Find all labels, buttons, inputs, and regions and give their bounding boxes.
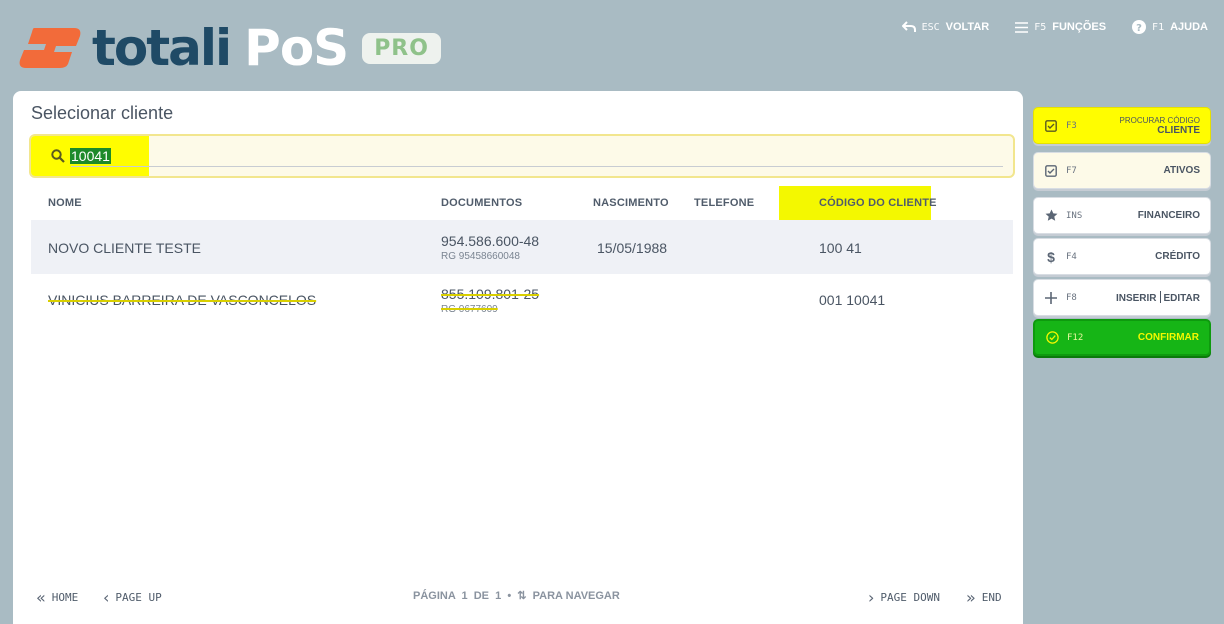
- confirm-key: F12: [1067, 332, 1084, 343]
- chevron-left-icon: ‹: [103, 588, 110, 607]
- home-label: HOME: [51, 591, 79, 604]
- main-panel: Selecionar cliente 10041 NOME DOCUMENTOS…: [13, 91, 1023, 624]
- cell-rg: RG 95458660048: [441, 251, 520, 262]
- table-row[interactable]: NOVO CLIENTE TESTE 954.586.600-48 RG 954…: [31, 220, 1013, 274]
- double-chevron-left-icon: «: [36, 588, 46, 607]
- cell-doc: 855.109.801-25: [441, 286, 540, 302]
- search-selected-text: 10041: [70, 148, 111, 164]
- insert-edit-key: F8: [1066, 292, 1077, 303]
- edit-label: EDITAR: [1163, 293, 1200, 304]
- col-header-codigo[interactable]: CÓDIGO DO CLIENTE: [819, 186, 937, 220]
- page-up-label: PAGE UP: [115, 591, 162, 604]
- end-button[interactable]: » END: [966, 588, 1002, 607]
- functions-key: F5: [1034, 21, 1047, 33]
- plus-icon: [1044, 291, 1058, 304]
- active-label: ATIVOS: [1163, 165, 1200, 176]
- search-client-code-label: PROCURAR CÓDIGO CLIENTE: [1120, 116, 1200, 136]
- col-header-nascimento[interactable]: NASCIMENTO: [593, 186, 669, 220]
- menu-icon: [1015, 21, 1029, 33]
- end-label: END: [981, 591, 1002, 604]
- dollar-icon: $: [1047, 248, 1055, 265]
- checkbox-icon: [1044, 119, 1058, 132]
- search-client-code-label-main: CLIENTE: [1157, 124, 1200, 136]
- back-arrow-icon: [901, 21, 916, 32]
- financial-button[interactable]: INS FINANCEIRO: [1033, 197, 1211, 234]
- cell-nome: NOVO CLIENTE TESTE: [48, 240, 201, 256]
- checkbox-icon: [1044, 164, 1058, 177]
- cell-rg: RG 0677609: [441, 304, 498, 315]
- svg-text:?: ?: [1136, 23, 1142, 34]
- confirm-label: CONFIRMAR: [1137, 332, 1199, 343]
- cell-documentos: 954.586.600-48 RG 95458660048: [441, 233, 539, 262]
- logo-mark-icon: [16, 24, 84, 72]
- confirm-button[interactable]: F12 CONFIRMAR: [1033, 319, 1211, 356]
- col-header-telefone[interactable]: TELEFONE: [694, 186, 754, 220]
- back-button[interactable]: ESC VOLTAR: [901, 21, 990, 33]
- cell-documentos: 855.109.801-25 RG 0677609: [441, 286, 539, 315]
- search-icon: [51, 149, 65, 163]
- active-button[interactable]: F7 ATIVOS: [1033, 152, 1211, 189]
- search-input[interactable]: [71, 145, 1003, 167]
- star-icon: [1044, 209, 1058, 222]
- cell-nome: VINICIUS BARREIRA DE VASCONCELOS: [48, 292, 317, 308]
- top-nav: ESC VOLTAR F5 FUNÇÕES ? F1 AJUDA: [901, 20, 1208, 34]
- insert-label: INSERIR: [1115, 293, 1157, 304]
- insert-edit-button[interactable]: F8 INSERIR EDITAR: [1033, 279, 1211, 316]
- credit-key: F4: [1066, 251, 1077, 262]
- check-circle-icon: [1045, 331, 1059, 344]
- financial-key: INS: [1066, 210, 1083, 221]
- brand-product: PoS: [244, 19, 349, 77]
- functions-button[interactable]: F5 FUNÇÕES: [1015, 21, 1106, 33]
- home-button[interactable]: « HOME: [36, 588, 78, 607]
- cell-codigo: 001 10041: [819, 292, 886, 308]
- page-down-label: PAGE DOWN: [880, 591, 941, 604]
- insert-edit-label: INSERIR EDITAR: [1116, 291, 1200, 304]
- page-down-button[interactable]: › PAGE DOWN: [868, 588, 940, 607]
- search-client-code-label-small: PROCURAR CÓDIGO: [1119, 115, 1200, 125]
- col-header-documentos[interactable]: DOCUMENTOS: [441, 186, 522, 220]
- app-logo: totali PoS PRO: [16, 22, 441, 74]
- credit-button[interactable]: $ F4 CRÉDITO: [1033, 238, 1211, 275]
- search-client-code-button[interactable]: F3 PROCURAR CÓDIGO CLIENTE: [1033, 107, 1211, 144]
- help-icon: ?: [1132, 20, 1147, 34]
- help-label: AJUDA: [1170, 21, 1208, 33]
- search-client-code-key: F3: [1066, 120, 1077, 131]
- functions-label: FUNÇÕES: [1052, 21, 1107, 33]
- double-chevron-right-icon: »: [966, 588, 976, 607]
- back-label: VOLTAR: [945, 21, 990, 33]
- page-title: Selecionar cliente: [31, 103, 174, 123]
- active-key: F7: [1066, 165, 1077, 176]
- credit-label: CRÉDITO: [1155, 251, 1200, 262]
- cell-doc: 954.586.600-48: [441, 233, 540, 249]
- search-box: 10041: [29, 134, 1015, 178]
- cell-codigo: 100 41: [819, 240, 862, 256]
- help-button[interactable]: ? F1 AJUDA: [1132, 20, 1208, 34]
- table-row[interactable]: VINICIUS BARREIRA DE VASCONCELOS 855.109…: [31, 274, 1013, 328]
- chevron-right-icon: ›: [868, 588, 875, 607]
- brand-name: totali: [92, 19, 232, 77]
- col-header-nome[interactable]: NOME: [48, 186, 82, 220]
- page-up-button[interactable]: ‹ PAGE UP: [103, 588, 162, 607]
- cell-nascimento: 15/05/1988: [597, 240, 668, 256]
- page-info: PÁGINA 1 DE 1 • ⇅ PARA NAVEGAR: [413, 590, 620, 602]
- back-key: ESC: [921, 21, 940, 33]
- help-key: F1: [1152, 21, 1165, 33]
- brand-badge: PRO: [362, 32, 441, 64]
- financial-label: FINANCEIRO: [1137, 210, 1200, 221]
